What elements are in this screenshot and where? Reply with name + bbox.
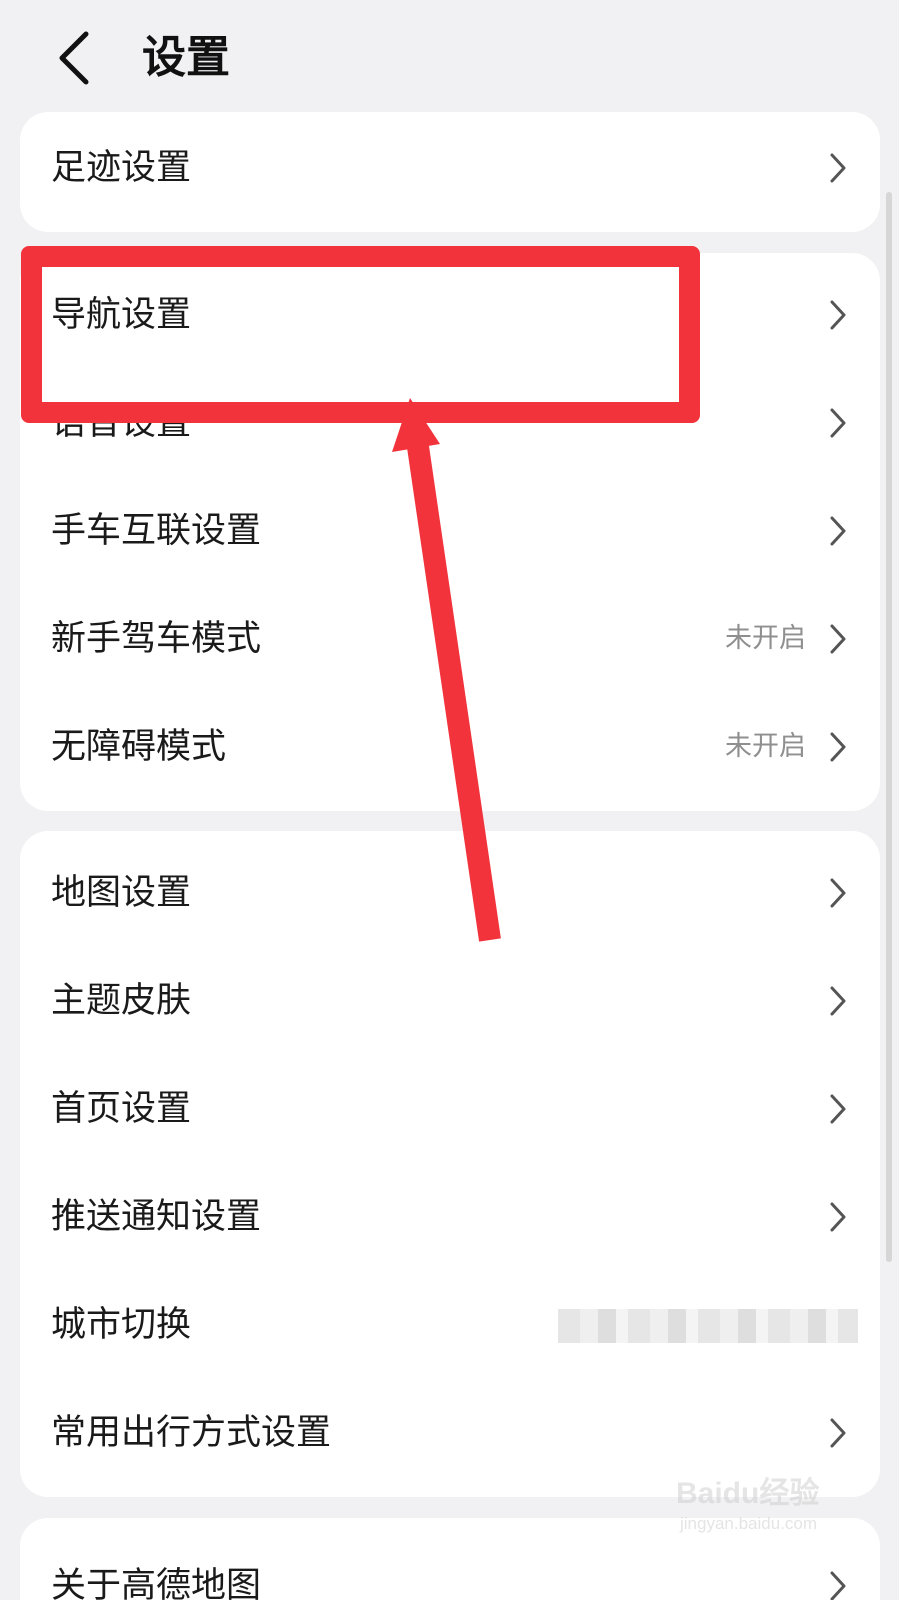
chevron-right-icon — [830, 1571, 846, 1600]
chevron-left-icon — [59, 31, 89, 85]
row-label: 足迹设置 — [51, 148, 192, 188]
settings-card-general: 地图设置 主题皮肤 首页设置 推送通知设置 城市切换 常用出行方式设置 — [20, 831, 880, 1497]
chevron-right-icon — [830, 300, 846, 330]
chevron-right-icon — [830, 1202, 846, 1232]
row-city-switch[interactable]: 城市切换 — [20, 1271, 880, 1379]
chevron-right-icon — [830, 1418, 846, 1448]
row-label: 地图设置 — [51, 873, 192, 913]
row-label: 首页设置 — [51, 1089, 192, 1129]
row-map-settings[interactable]: 地图设置 — [20, 839, 880, 947]
row-phone-car-link-settings[interactable]: 手车互联设置 — [20, 477, 880, 585]
row-navigation-settings[interactable]: 导航设置 — [20, 261, 880, 369]
chevron-right-icon — [830, 1094, 846, 1124]
chevron-right-icon — [830, 624, 846, 654]
row-label: 推送通知设置 — [51, 1197, 262, 1237]
chevron-right-icon — [830, 732, 846, 762]
row-label: 导航设置 — [51, 295, 192, 335]
row-label: 主题皮肤 — [51, 981, 192, 1021]
back-button[interactable] — [52, 26, 108, 90]
top-bar: 设置 — [0, 0, 899, 112]
row-label: 关于高德地图 — [51, 1566, 262, 1600]
scrollbar[interactable] — [886, 192, 892, 1262]
row-label: 语音设置 — [51, 403, 192, 443]
chevron-right-icon — [830, 153, 846, 183]
row-voice-settings[interactable]: 语音设置 — [20, 369, 880, 477]
status-value: 未开启 — [725, 731, 806, 762]
chevron-right-icon — [830, 408, 846, 438]
chevron-right-icon — [830, 878, 846, 908]
baidu-watermark: Baidu经验 jingyan.baidu.com — [676, 1468, 836, 1558]
chevron-right-icon — [830, 516, 846, 546]
watermark-url: jingyan.baidu.com — [680, 1514, 818, 1533]
watermark-logo: Baidu经验 — [676, 1477, 820, 1510]
row-home-settings[interactable]: 首页设置 — [20, 1055, 880, 1163]
row-theme-skin[interactable]: 主题皮肤 — [20, 947, 880, 1055]
page-title: 设置 — [142, 32, 230, 83]
status-value: 未开启 — [725, 623, 806, 654]
row-footprint-settings[interactable]: 足迹设置 — [20, 114, 880, 222]
row-push-notification-settings[interactable]: 推送通知设置 — [20, 1163, 880, 1271]
row-label: 无障碍模式 — [51, 727, 227, 767]
settings-card-footprint: 足迹设置 — [20, 112, 880, 232]
row-label: 新手驾车模式 — [51, 619, 262, 659]
row-label: 手车互联设置 — [51, 511, 262, 551]
blurred-city-value — [558, 1309, 858, 1343]
row-label: 常用出行方式设置 — [51, 1413, 332, 1453]
settings-card-navigation: 导航设置 语音设置 手车互联设置 新手驾车模式 未开启 无障碍模式 未开启 — [20, 253, 880, 811]
chevron-right-icon — [830, 986, 846, 1016]
row-accessibility-mode[interactable]: 无障碍模式 未开启 — [20, 693, 880, 801]
row-label: 城市切换 — [51, 1305, 192, 1345]
row-novice-driving-mode[interactable]: 新手驾车模式 未开启 — [20, 585, 880, 693]
